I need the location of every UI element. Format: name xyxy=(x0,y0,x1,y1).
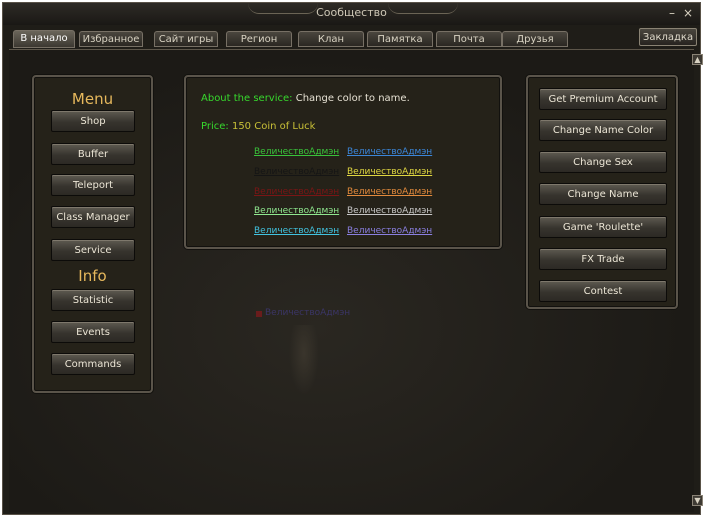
title-ornament-left xyxy=(248,3,318,14)
right-services-panel: Get Premium Account Change Name Color Ch… xyxy=(526,75,678,309)
name-color-option-5[interactable]: ВеличествоАдмэн xyxy=(254,187,339,197)
left-menu-panel: Menu Shop Buffer Teleport Class Manager … xyxy=(32,75,153,393)
bookmark-button[interactable]: Закладка xyxy=(639,28,697,46)
buffer-button[interactable]: Buffer xyxy=(51,143,135,165)
shop-button[interactable]: Shop xyxy=(51,110,135,132)
commands-button[interactable]: Commands xyxy=(51,353,135,375)
change-sex-button[interactable]: Change Sex xyxy=(539,151,667,173)
minimize-button[interactable]: – xyxy=(665,6,679,20)
tab-mail[interactable]: Почта xyxy=(436,31,502,47)
game-roulette-button[interactable]: Game 'Roulette' xyxy=(539,216,667,238)
menu-heading: Menu xyxy=(71,90,114,108)
scroll-up-button[interactable]: ▲ xyxy=(692,54,703,65)
name-color-option-10[interactable]: ВеличествоАдмэн xyxy=(347,226,432,236)
price-label: Price: xyxy=(201,121,229,132)
statistic-button[interactable]: Statistic xyxy=(51,289,135,311)
name-color-option-7[interactable]: ВеличествоАдмэн xyxy=(254,206,339,216)
name-color-option-3[interactable]: ВеличествоАдмэн xyxy=(254,167,339,177)
info-heading: Info xyxy=(78,267,107,285)
name-color-option-4[interactable]: ВеличествоАдмэн xyxy=(347,167,432,177)
change-name-color-button[interactable]: Change Name Color xyxy=(539,119,667,141)
tab-clan[interactable]: Клан xyxy=(298,31,364,47)
events-button[interactable]: Events xyxy=(51,321,135,343)
tab-favorites[interactable]: Избранное xyxy=(79,31,143,47)
change-name-button[interactable]: Change Name xyxy=(539,183,667,205)
tab-game-site[interactable]: Сайт игры xyxy=(154,31,218,47)
character-marker-icon xyxy=(256,311,262,317)
name-color-option-9[interactable]: ВеличествоАдмэн xyxy=(254,226,339,236)
about-line: About the service: Change color to name. xyxy=(201,93,410,104)
character-silhouette xyxy=(289,325,319,395)
fx-trade-button[interactable]: FX Trade xyxy=(539,248,667,270)
title-bar[interactable]: Сообщество – × xyxy=(3,3,700,25)
price-line: Price: 150 Coin of Luck xyxy=(201,121,315,132)
about-label: About the service: xyxy=(201,93,293,104)
tab-notes[interactable]: Памятка xyxy=(367,31,433,47)
teleport-button[interactable]: Teleport xyxy=(51,174,135,196)
service-button[interactable]: Service xyxy=(51,239,135,261)
about-value: Change color to name. xyxy=(295,93,410,104)
tab-home[interactable]: В начало xyxy=(13,30,75,48)
contest-button[interactable]: Contest xyxy=(539,280,667,302)
scroll-down-button[interactable]: ▼ xyxy=(692,495,703,506)
price-value: 150 Coin of Luck xyxy=(231,121,316,132)
close-button[interactable]: × xyxy=(681,6,695,20)
tab-region[interactable]: Регион xyxy=(226,31,292,47)
get-premium-account-button[interactable]: Get Premium Account xyxy=(539,88,667,110)
character-name-faint: ВеличествоАдмэн xyxy=(265,308,351,318)
name-color-option-6[interactable]: ВеличествоАдмэн xyxy=(347,187,432,197)
window-title: Сообщество xyxy=(316,6,387,19)
name-color-option-8[interactable]: ВеличествоАдмэн xyxy=(347,206,432,216)
title-ornament-right xyxy=(388,3,458,14)
name-color-option-2[interactable]: ВеличествоАдмэн xyxy=(347,147,432,157)
main-content: ▲ ▼ Menu Shop Buffer Teleport Class Mana… xyxy=(9,49,703,512)
name-color-option-1[interactable]: ВеличествоАдмэн xyxy=(254,147,339,157)
community-window: Сообщество – × В начало Избранное Сайт и… xyxy=(2,2,703,515)
service-info-panel: About the service: Change color to name.… xyxy=(184,75,502,249)
tab-friends[interactable]: Друзья xyxy=(502,31,568,47)
class-manager-button[interactable]: Class Manager xyxy=(51,206,135,228)
